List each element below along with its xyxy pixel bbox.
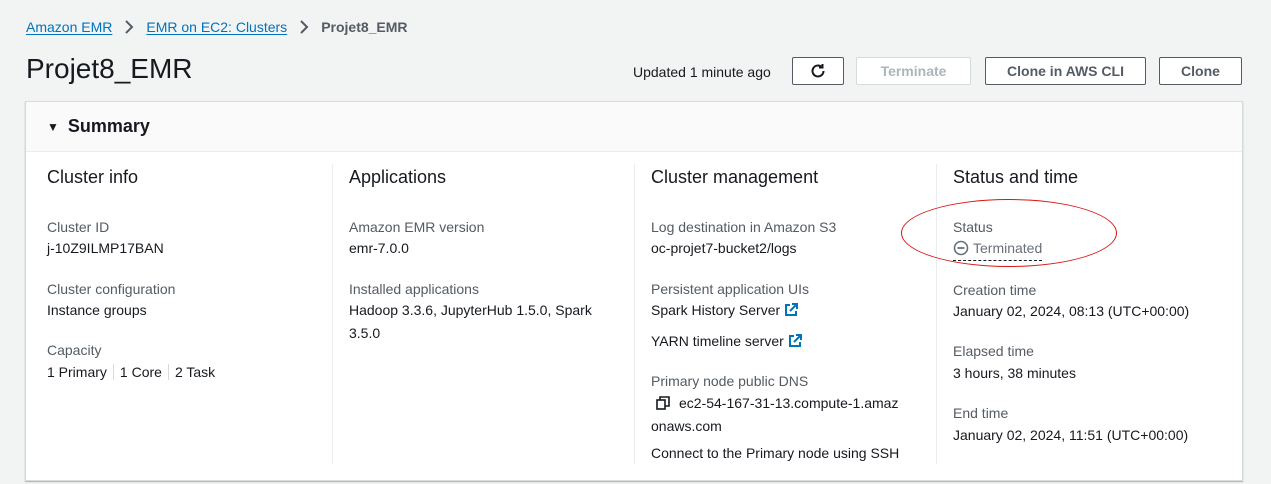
cluster-id-label: Cluster ID — [47, 219, 110, 235]
installed-apps-line2: 3.5.0 — [349, 325, 381, 341]
status-time-heading: Status and time — [953, 167, 1079, 187]
log-destination-label: Log destination in Amazon S3 — [651, 219, 837, 235]
capacity-task: 2 Task — [167, 364, 222, 380]
column-divider — [634, 164, 635, 464]
cluster-info-heading: Cluster info — [47, 167, 139, 187]
emr-version-label: Amazon EMR version — [349, 219, 485, 235]
dns-value-line2: onaws.com — [651, 418, 722, 434]
column-divider — [332, 164, 333, 464]
dns-text-line1: ec2-54-167-31-13.compute-1.amaz — [679, 395, 899, 411]
caret-down-icon: ▼ — [47, 119, 59, 134]
summary-panel: ▼ Summary Cluster info Cluster ID j-10Z9… — [25, 101, 1243, 481]
copy-icon[interactable] — [656, 396, 670, 410]
chevron-right-icon — [112, 20, 146, 34]
cluster-info-column: Cluster info Cluster ID j-10Z9ILMP17BAN … — [47, 164, 327, 464]
terminate-button[interactable]: Terminate — [856, 57, 971, 85]
refresh-button[interactable] — [792, 57, 844, 85]
cluster-management-heading: Cluster management — [651, 167, 819, 187]
applications-heading: Applications — [349, 167, 447, 187]
page-title: Projet8_EMR — [26, 53, 193, 84]
applications-column: Applications Amazon EMR version emr-7.0.… — [349, 164, 629, 464]
dns-value-line1: ec2-54-167-31-13.compute-1.amaz — [656, 392, 898, 414]
summary-title: Summary — [67, 116, 150, 136]
creation-time-value: January 02, 2024, 08:13 (UTC+00:00) — [953, 303, 1190, 319]
dns-label: Primary node public DNS — [651, 373, 809, 389]
installed-apps-line1: Hadoop 3.3.6, JupyterHub 1.5.0, Spark — [349, 302, 592, 318]
breadcrumb-clusters[interactable]: EMR on EC2: Clusters — [146, 19, 287, 35]
capacity-core: 1 Core — [112, 364, 168, 380]
yarn-timeline-link[interactable]: YARN timeline server — [651, 330, 802, 352]
creation-time-label: Creation time — [953, 282, 1037, 298]
spark-history-link[interactable]: Spark History Server — [651, 299, 799, 321]
annotation-ellipse — [901, 199, 1117, 267]
cluster-management-column: Cluster management Log destination in Am… — [651, 164, 931, 464]
summary-header[interactable]: ▼ Summary — [26, 102, 1242, 152]
installed-apps-label: Installed applications — [349, 281, 479, 297]
persistent-ui-label: Persistent application UIs — [651, 281, 809, 297]
end-time-label: End time — [953, 405, 1009, 421]
external-link-icon — [788, 334, 802, 347]
spark-history-text: Spark History Server — [651, 302, 781, 318]
elapsed-time-value: 3 hours, 38 minutes — [953, 365, 1076, 381]
clone-in-aws-cli-button[interactable]: Clone in AWS CLI — [985, 57, 1146, 85]
cluster-config-value: Instance groups — [47, 302, 147, 318]
end-time-value: January 02, 2024, 11:51 (UTC+00:00) — [953, 427, 1189, 443]
capacity-label: Capacity — [47, 342, 102, 358]
cluster-id-value: j-10Z9ILMP17BAN — [47, 240, 164, 256]
breadcrumb: Amazon EMR EMR on EC2: Clusters Projet8_… — [26, 19, 408, 35]
updated-text: Updated 1 minute ago — [633, 64, 771, 80]
yarn-timeline-text: YARN timeline server — [651, 333, 784, 349]
refresh-icon — [811, 64, 825, 78]
log-destination-link[interactable]: oc-projet7-bucket2/logs — [651, 237, 797, 259]
external-link-icon — [785, 303, 799, 316]
capacity-value: 1 Primary 1 Core 2 Task — [47, 361, 222, 383]
clone-button[interactable]: Clone — [1159, 57, 1242, 85]
breadcrumb-current: Projet8_EMR — [321, 19, 408, 35]
ssh-connect-link[interactable]: Connect to the Primary node using SSH — [651, 442, 899, 464]
chevron-right-icon — [287, 20, 321, 34]
cluster-config-label: Cluster configuration — [47, 281, 176, 297]
capacity-primary: 1 Primary — [47, 364, 107, 380]
elapsed-time-label: Elapsed time — [953, 343, 1034, 359]
emr-version-value: emr-7.0.0 — [349, 240, 409, 256]
breadcrumb-amazon-emr[interactable]: Amazon EMR — [26, 19, 112, 35]
